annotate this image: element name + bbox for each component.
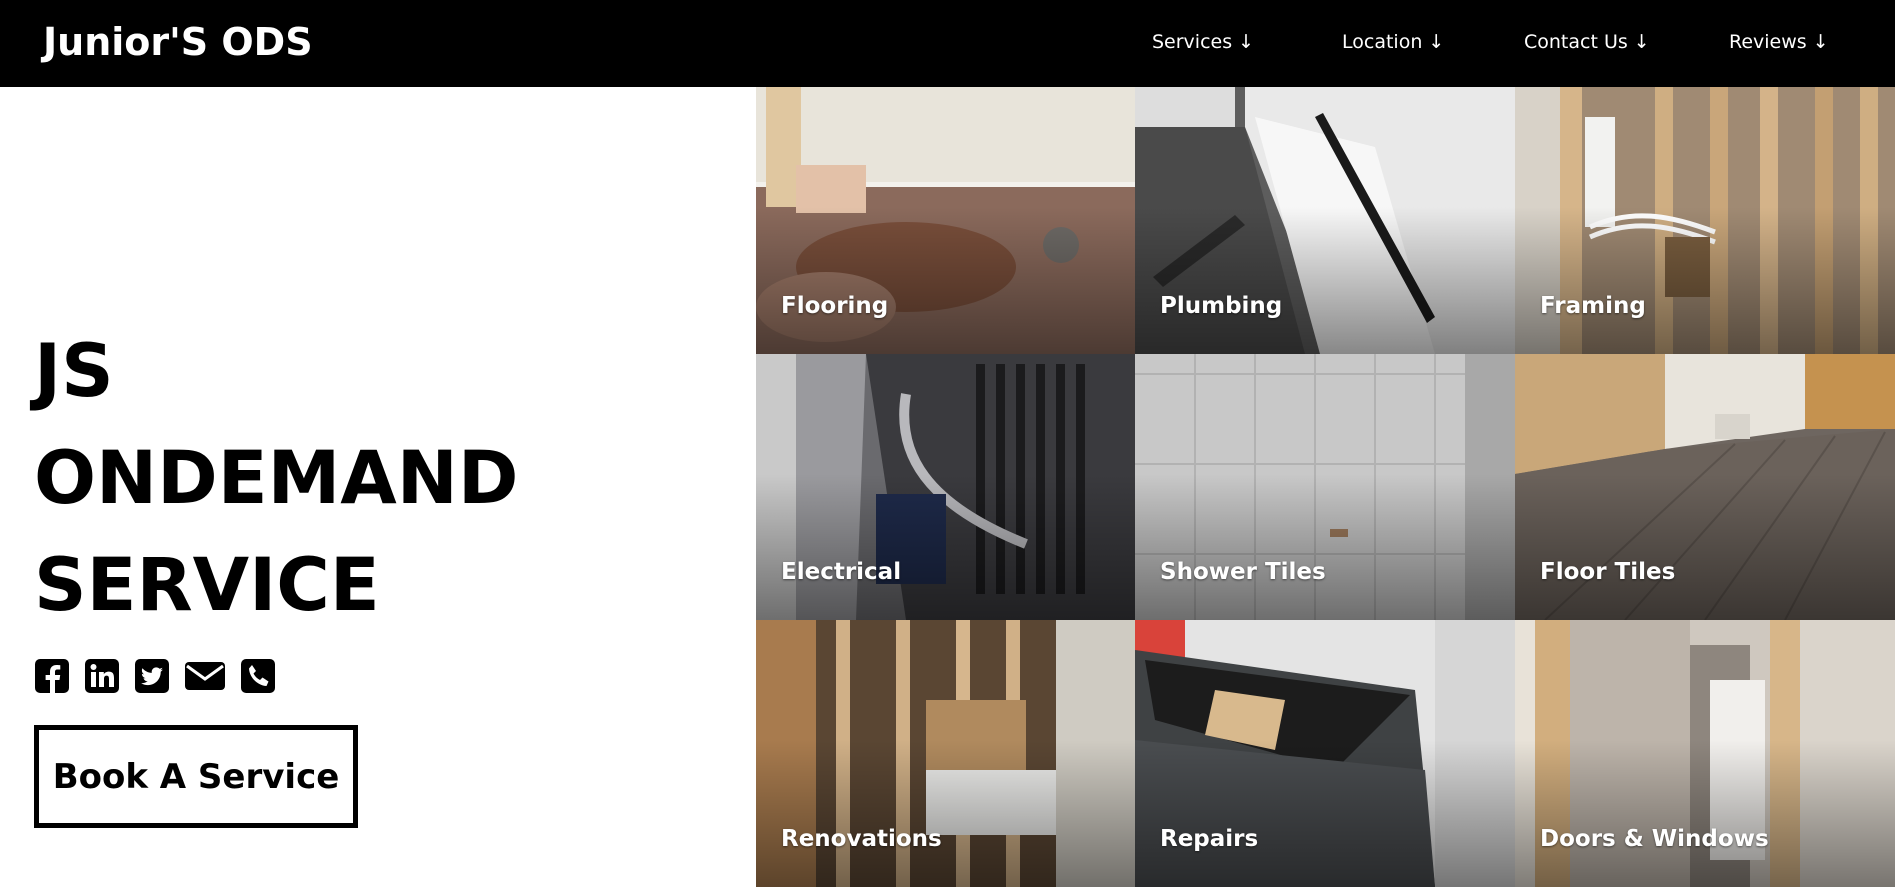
service-label: Framing xyxy=(1540,293,1646,319)
service-label: Repairs xyxy=(1160,826,1259,852)
service-label: Renovations xyxy=(781,826,942,852)
hero-section: JS ONDEMAND SERVICE xyxy=(34,318,518,639)
service-tile-doors-windows[interactable]: Doors & Windows xyxy=(1515,620,1895,887)
facebook-icon[interactable] xyxy=(34,658,70,698)
nav-services-link[interactable]: Services ↓ xyxy=(1152,31,1254,53)
hero-title-line: SERVICE xyxy=(34,543,380,628)
tile-gradient xyxy=(1135,740,1515,887)
service-label: Shower Tiles xyxy=(1160,559,1326,585)
tile-gradient xyxy=(1515,473,1895,620)
service-label: Floor Tiles xyxy=(1540,559,1676,585)
top-nav-bar: Junior'S ODS Services ↓ Location ↓ Conta… xyxy=(0,0,1895,87)
service-tile-electrical[interactable]: Electrical xyxy=(756,354,1135,620)
tile-gradient xyxy=(1135,473,1515,620)
service-label: Plumbing xyxy=(1160,293,1283,319)
tile-gradient xyxy=(1135,207,1515,354)
nav-location-link[interactable]: Location ↓ xyxy=(1342,31,1444,53)
service-tile-plumbing[interactable]: Plumbing xyxy=(1135,87,1515,354)
service-label: Electrical xyxy=(781,559,902,585)
service-label: Doors & Windows xyxy=(1540,826,1769,852)
service-label: Flooring xyxy=(781,293,889,319)
phone-icon[interactable] xyxy=(240,658,276,698)
tile-gradient xyxy=(756,207,1135,354)
service-tile-floor-tiles[interactable]: Floor Tiles xyxy=(1515,354,1895,620)
services-grid: Flooring Plumbing Framing Electrical Sho… xyxy=(756,87,1895,887)
twitter-icon[interactable] xyxy=(134,658,170,698)
service-tile-shower-tiles[interactable]: Shower Tiles xyxy=(1135,354,1515,620)
hero-title-line: JS xyxy=(34,329,114,414)
brand-logo[interactable]: Junior'S ODS xyxy=(43,20,313,64)
tile-gradient xyxy=(756,740,1135,887)
nav-contact-link[interactable]: Contact Us ↓ xyxy=(1524,31,1650,53)
service-tile-repairs[interactable]: Repairs xyxy=(1135,620,1515,887)
linkedin-icon[interactable] xyxy=(84,658,120,698)
service-tile-framing[interactable]: Framing xyxy=(1515,87,1895,354)
tile-gradient xyxy=(1515,207,1895,354)
social-links xyxy=(34,658,290,698)
book-service-button[interactable]: Book A Service xyxy=(34,725,358,828)
email-icon[interactable] xyxy=(184,658,226,698)
hero-title-line: ONDEMAND xyxy=(34,436,519,521)
service-tile-renovations[interactable]: Renovations xyxy=(756,620,1135,887)
hero-title: JS ONDEMAND SERVICE xyxy=(34,318,518,639)
tile-gradient xyxy=(756,473,1135,620)
service-tile-flooring[interactable]: Flooring xyxy=(756,87,1135,354)
tile-gradient xyxy=(1515,740,1895,887)
nav-reviews-link[interactable]: Reviews ↓ xyxy=(1729,31,1829,53)
